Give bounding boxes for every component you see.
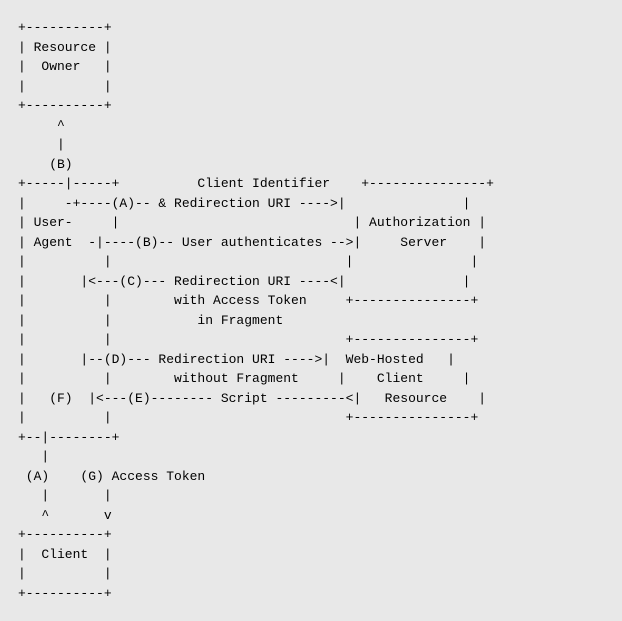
diagram-container: +----------+ | Resource | | Owner | | | … bbox=[10, 10, 612, 611]
